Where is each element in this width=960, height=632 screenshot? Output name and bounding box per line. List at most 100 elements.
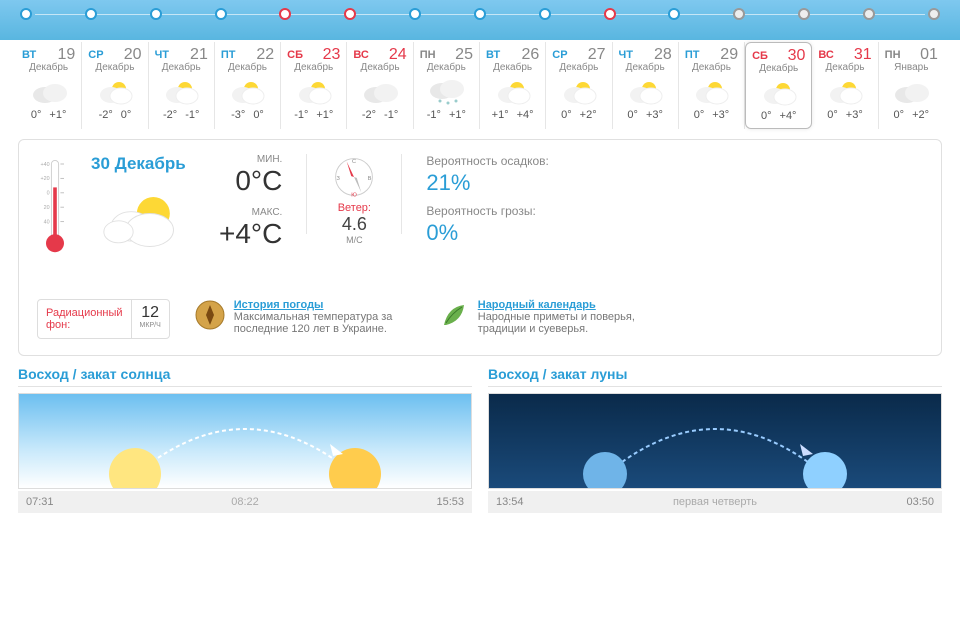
day-dow: ПН: [885, 48, 901, 62]
day-dow: СР: [552, 48, 567, 62]
day-lo: 0°: [561, 109, 572, 121]
compass-icon: С Ю З В: [331, 154, 377, 200]
day-hi: 0°: [121, 109, 132, 121]
timeline-dot[interactable]: [215, 8, 227, 20]
timeline-dot[interactable]: [150, 8, 162, 20]
day-lo: 0°: [31, 109, 42, 121]
day-lo: -3°: [231, 109, 245, 121]
sun-chart: [18, 393, 472, 489]
day-weather-icon: [759, 78, 799, 106]
day-month: Декабрь: [349, 62, 410, 73]
timeline-dot[interactable]: [733, 8, 745, 20]
day-month: Декабрь: [615, 62, 676, 73]
day-hi: +1°: [316, 109, 333, 121]
day-hi: +2°: [580, 109, 597, 121]
detail-panel: +40+20 02040 30 Декабрь: [18, 139, 942, 356]
day-weather-icon: [559, 77, 599, 105]
history-link[interactable]: История погоды: [234, 299, 324, 311]
thermometer-icon: +40+20 02040: [37, 154, 73, 269]
sun-rise: 07:31: [26, 496, 54, 508]
day-num: 20: [124, 48, 142, 62]
day-dow: ВС: [818, 48, 833, 62]
day-month: Декабрь: [482, 62, 543, 73]
day-lo: -2°: [362, 109, 376, 121]
day-month: Декабрь: [681, 62, 742, 73]
sun-set: 15:53: [436, 496, 464, 508]
timeline-dot[interactable]: [539, 8, 551, 20]
timeline-dot[interactable]: [863, 8, 875, 20]
timeline-dot[interactable]: [668, 8, 680, 20]
timeline-dot[interactable]: [279, 8, 291, 20]
day-num: 30: [788, 49, 806, 63]
day-card[interactable]: ЧТ21Декабрь-2°-1°: [149, 42, 215, 129]
day-dow: СР: [88, 48, 103, 62]
day-weather-icon: [161, 77, 201, 105]
day-hi: +1°: [449, 109, 466, 121]
day-lo: 0°: [694, 109, 705, 121]
day-lo: 0°: [827, 109, 838, 121]
day-card[interactable]: СБ23Декабрь-1°+1°: [281, 42, 347, 129]
day-weather-icon: [294, 77, 334, 105]
day-card[interactable]: ПТ29Декабрь0°+3°: [679, 42, 745, 129]
moon-rise: 13:54: [496, 496, 524, 508]
timeline-dots: [20, 8, 940, 20]
day-dow: ЧТ: [619, 48, 633, 62]
day-lo: -2°: [99, 109, 113, 121]
sun-title: Восход / закат солнца: [18, 366, 472, 387]
day-weather-icon: [95, 77, 135, 105]
timeline-dot[interactable]: [85, 8, 97, 20]
timeline-dot[interactable]: [344, 8, 356, 20]
day-num: 26: [521, 48, 539, 62]
day-hi: -1°: [185, 109, 199, 121]
folk-link[interactable]: Народный календарь: [478, 299, 596, 311]
min-temp: 0°C: [219, 165, 282, 197]
day-lo: 0°: [761, 110, 772, 122]
day-card[interactable]: ВТ19Декабрь0°+1°: [16, 42, 82, 129]
day-month: Декабрь: [548, 62, 609, 73]
day-weather-icon: [360, 77, 400, 105]
moon-title: Восход / закат луны: [488, 366, 942, 387]
timeline-dot[interactable]: [474, 8, 486, 20]
day-weather-icon: [227, 77, 267, 105]
day-lo: 0°: [894, 109, 905, 121]
day-card[interactable]: ПН01Январь0°+2°: [879, 42, 944, 129]
day-card[interactable]: ПН25Декабрь-1°+1°: [414, 42, 480, 129]
day-dow: ПТ: [685, 48, 700, 62]
radiation-card: Радиационный фон: 12 МКР/Ч: [37, 299, 170, 339]
day-card[interactable]: ВС24Декабрь-2°-1°: [347, 42, 413, 129]
day-card[interactable]: ВС31Декабрь0°+3°: [812, 42, 878, 129]
day-card[interactable]: СБ30Декабрь0°+4°: [745, 42, 812, 129]
day-month: Декабрь: [217, 62, 278, 73]
day-card[interactable]: СР27Декабрь0°+2°: [546, 42, 612, 129]
wind-unit: М/С: [331, 235, 377, 245]
day-num: 31: [854, 48, 872, 62]
svg-text:0: 0: [47, 191, 50, 197]
day-dow: ВТ: [486, 48, 500, 62]
radiation-label: Радиационный фон:: [38, 300, 132, 338]
day-card[interactable]: ВТ26Декабрь+1°+4°: [480, 42, 546, 129]
day-weather-icon: [891, 77, 931, 105]
history-desc: Максимальная температура за последние 12…: [234, 311, 414, 335]
compass-history-icon: [194, 299, 226, 331]
timeline-dot[interactable]: [409, 8, 421, 20]
day-num: 23: [323, 48, 341, 62]
day-card[interactable]: СР20Декабрь-2°0°: [82, 42, 148, 129]
day-hi: -1°: [384, 109, 398, 121]
svg-text:В: В: [368, 176, 372, 182]
timeline-dot[interactable]: [604, 8, 616, 20]
day-weather-icon: [493, 77, 533, 105]
day-card[interactable]: ЧТ28Декабрь0°+3°: [613, 42, 679, 129]
day-month: Декабрь: [748, 63, 809, 74]
history-card: История погоды Максимальная температура …: [194, 299, 414, 339]
timeline-dot[interactable]: [798, 8, 810, 20]
storm-label: Вероятность грозы:: [426, 204, 549, 218]
moon-phase: первая четверть: [673, 496, 757, 508]
day-num: 28: [654, 48, 672, 62]
timeline-dot[interactable]: [20, 8, 32, 20]
day-weather-icon: [625, 77, 665, 105]
radiation-unit: МКР/Ч: [140, 322, 161, 329]
temp-block: МИН. 0°C МАКС. +4°C: [219, 154, 282, 269]
day-num: 19: [57, 48, 75, 62]
day-card[interactable]: ПТ22Декабрь-3°0°: [215, 42, 281, 129]
timeline-dot[interactable]: [928, 8, 940, 20]
